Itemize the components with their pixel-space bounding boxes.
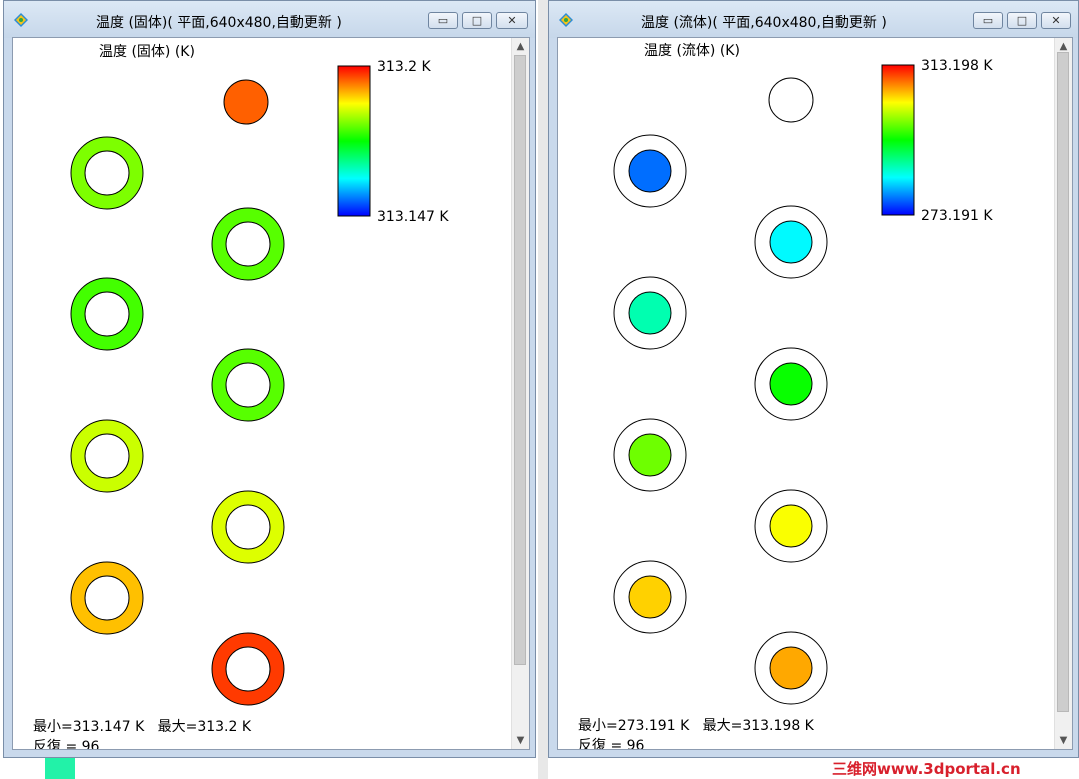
plot-label: 温度 (固体) (K) [99, 44, 195, 60]
color-legend-bar [337, 65, 371, 217]
fluid-core [769, 220, 813, 264]
scroll-thumb[interactable] [514, 55, 526, 665]
fluid-channel [754, 205, 828, 279]
fluid-core [628, 149, 672, 193]
minimize-icon[interactable]: ▭ [973, 12, 1003, 29]
scroll-up-icon[interactable]: ▲ [512, 38, 529, 55]
fluid-core [628, 291, 672, 335]
fluid-channel [613, 560, 687, 634]
app-icon [14, 12, 28, 27]
fluid-channel [754, 489, 828, 563]
desktop-strip [538, 0, 548, 779]
scroll-down-icon[interactable]: ▼ [512, 732, 529, 749]
legend-max-label: 313.198 K [921, 58, 993, 74]
tube-wall-ring [70, 277, 144, 351]
tube-wall-ring [211, 348, 285, 422]
tube-wall-ring [211, 490, 285, 564]
desktop-swatch [45, 758, 75, 779]
iteration-readout: 反復 = 96 [578, 738, 645, 750]
fluid-channel [613, 276, 687, 350]
color-legend-bar [881, 64, 915, 216]
fluid-channel [613, 418, 687, 492]
fluid-channel [754, 347, 828, 421]
window-title: 温度 (固体)( 平面,640x480,自動更新 ) [96, 15, 342, 31]
vertical-scrollbar[interactable]: ▲ ▼ [511, 38, 529, 749]
solid-temperature-plot: 温度 (固体) (K) 313.2 K 313.147 K [70, 44, 449, 706]
scroll-down-icon[interactable]: ▼ [1055, 732, 1072, 749]
watermark: 三维网www.3dportal.cn [832, 760, 1021, 778]
min-max-readout: 最小=273.191 K 最大=313.198 K [578, 718, 814, 734]
close-icon[interactable]: ✕ [496, 12, 528, 29]
tube-wall-ring [211, 632, 285, 706]
legend-min-label: 313.147 K [377, 209, 449, 225]
app-icon [559, 12, 573, 27]
min-max-readout: 最小=313.147 K 最大=313.2 K [33, 719, 252, 735]
plot-label: 温度 (流体) (K) [644, 43, 740, 59]
fluid-core [769, 646, 813, 690]
tube-wall-ring [70, 136, 144, 210]
window-title: 温度 (流体)( 平面,640x480,自動更新 ) [641, 15, 887, 31]
title-bar[interactable]: 温度 (流体)( 平面,640x480,自動更新 ) ▭ □ ✕ [549, 1, 1078, 38]
solid-disc [223, 79, 269, 125]
maximize-icon[interactable]: □ [462, 12, 492, 29]
fluid-channel [754, 631, 828, 705]
minimize-icon[interactable]: ▭ [428, 12, 458, 29]
scroll-thumb[interactable] [1057, 52, 1069, 712]
window-fluid-temperature[interactable]: 温度 (流体)( 平面,640x480,自動更新 ) ▭ □ ✕ 温度 (流体)… [548, 0, 1079, 758]
tube-wall-ring [70, 419, 144, 493]
legend-min-label: 273.191 K [921, 208, 993, 224]
maximize-icon[interactable]: □ [1007, 12, 1037, 29]
fluid-core [769, 504, 813, 548]
legend-max-label: 313.2 K [377, 59, 432, 75]
fluid-core [769, 362, 813, 406]
plot-area: 温度 (流体) (K) 313.198 K 273.191 K 最小=273.1… [557, 37, 1073, 750]
vertical-scrollbar[interactable]: ▲ ▼ [1054, 38, 1072, 749]
tube-wall-ring [211, 207, 285, 281]
fluid-channel [613, 134, 687, 208]
close-icon[interactable]: ✕ [1041, 12, 1071, 29]
tube-wall-ring [70, 561, 144, 635]
empty-channel [768, 77, 814, 123]
iteration-readout: 反復 = 96 [33, 739, 100, 750]
title-bar[interactable]: 温度 (固体)( 平面,640x480,自動更新 ) ▭ □ ✕ [4, 1, 535, 38]
plot-area: 温度 (固体) (K) 313.2 K 313.147 K 最小=313.147… [12, 37, 530, 750]
window-solid-temperature[interactable]: 温度 (固体)( 平面,640x480,自動更新 ) ▭ □ ✕ 温度 (固体)… [3, 0, 536, 758]
fluid-core [628, 575, 672, 619]
fluid-temperature-plot: 温度 (流体) (K) 313.198 K 273.191 K [613, 43, 993, 705]
fluid-core [628, 433, 672, 477]
